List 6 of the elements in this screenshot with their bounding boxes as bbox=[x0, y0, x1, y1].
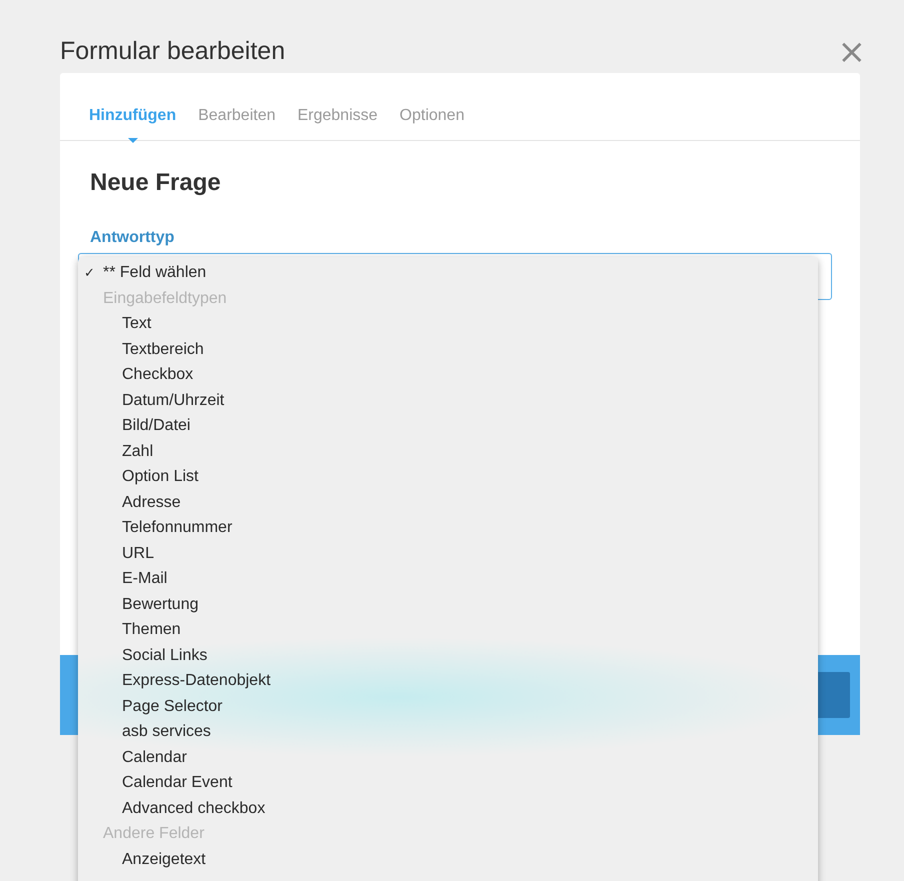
field-label: Antworttyp bbox=[90, 229, 176, 247]
dialog-title: Formular bearbeiten bbox=[60, 37, 286, 66]
section-heading: Neue Frage bbox=[90, 169, 222, 197]
check-mark: ✓ bbox=[84, 264, 95, 282]
group-header: Andere Felder bbox=[102, 824, 206, 844]
group-header: Eingabefeldtypen bbox=[102, 288, 228, 308]
